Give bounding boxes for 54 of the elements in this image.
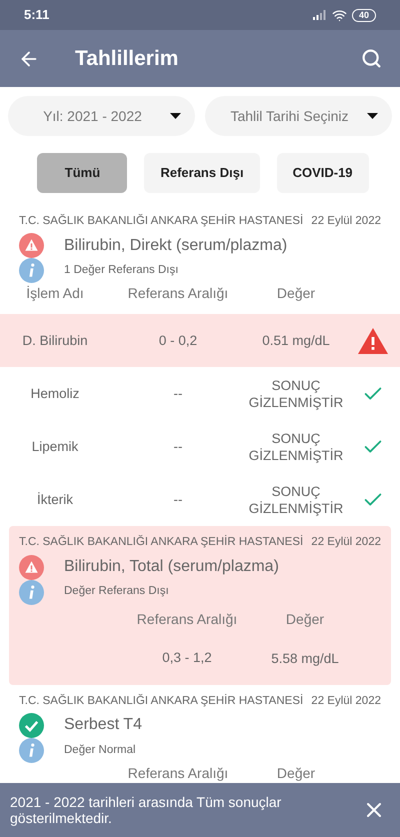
column-header: Değer: [286, 610, 324, 626]
result-date: 22 Eylül 2022: [311, 694, 381, 708]
hospital-name: T.C. SAĞLIK BAKANLIĞI ANKARA ŞEHİR HASTANESİ: [19, 693, 304, 708]
test-title: Bilirubin, Direkt (serum/plazma): [64, 236, 288, 256]
dropdown-caret-icon: [367, 113, 378, 119]
table-cell: Lipemik: [32, 438, 78, 454]
warning-icon: [19, 233, 44, 258]
signal-icon: [312, 10, 327, 20]
result-date: 22 Eylül 2022: [311, 214, 381, 229]
dropdown-caret-icon: [170, 113, 181, 119]
table-cell: --: [174, 492, 182, 507]
column-header: Referans Aralığı: [128, 764, 228, 781]
table-cell: İkterik: [36, 492, 73, 507]
column-header: Referans Aralığı: [136, 610, 238, 626]
column-header: Değer: [276, 285, 316, 302]
page-title: Tahlillerim: [75, 46, 178, 72]
result-note: Değer Referans Dışı: [64, 584, 169, 600]
snackbar-message: 2021 - 2022 tarihleri arasında Tüm sonuçlar gösterilmektedir.: [10, 794, 282, 826]
status-time: 5:11: [24, 6, 50, 24]
table-cell: SONUÇ GİZLENMİŞTİR: [248, 484, 344, 516]
dropdown[interactable]: Yıl: 2021 - 2022: [8, 96, 195, 136]
table-cell: 0.51 mg/dL: [262, 333, 330, 348]
result-note: 1 Değer Referans Dışı: [64, 263, 178, 278]
table-cell: 0 - 0,2: [158, 332, 198, 348]
info-icon: [19, 258, 44, 284]
warning-icon: [19, 554, 44, 580]
table-cell: 0,3 - 1,2: [162, 650, 212, 665]
dropdown[interactable]: Tahlil Tarihi Seçiniz: [205, 96, 392, 136]
column-header: Değer: [276, 764, 316, 781]
result-date: 22 Eylül 2022: [311, 535, 381, 550]
table-cell: --: [174, 386, 182, 401]
column-header: İşlem Adı: [26, 285, 84, 302]
info-icon: [19, 738, 44, 763]
table-cell: SONUÇ GİZLENMİŞTİR: [248, 430, 344, 463]
test-title: Bilirubin, Total (serum/plazma): [64, 557, 279, 577]
result-note: Değer Normal: [64, 742, 136, 758]
hospital-name: T.C. SAĞLIK BAKANLIĞI ANKARA ŞEHİR HASTANESİ: [19, 213, 304, 229]
table-cell: D. Bilirubin: [22, 332, 88, 348]
filter-tab[interactable]: COVID-19: [276, 153, 369, 193]
filter-tab[interactable]: Referans Dışı: [144, 153, 260, 193]
table-cell: Hemoliz: [30, 386, 80, 401]
table-cell: SONUÇ GİZLENMİŞTİR: [248, 378, 344, 410]
warning-icon: [357, 326, 389, 355]
info-icon: [19, 580, 44, 604]
table-cell: 5.58 mg/dL: [271, 650, 339, 666]
table-cell: --: [174, 438, 182, 454]
column-header: Referans Aralığı: [128, 285, 228, 302]
test-title: Serbest T4: [64, 715, 142, 736]
battery-level: 40: [352, 8, 376, 22]
search-button[interactable]: [361, 48, 382, 69]
check-circle-icon: [19, 712, 44, 738]
filter-tab[interactable]: Tümü: [37, 153, 128, 193]
wifi-icon: [332, 8, 347, 22]
hospital-name: T.C. SAĞLIK BAKANLIĞI ANKARA ŞEHİR HASTANESİ: [19, 534, 304, 550]
